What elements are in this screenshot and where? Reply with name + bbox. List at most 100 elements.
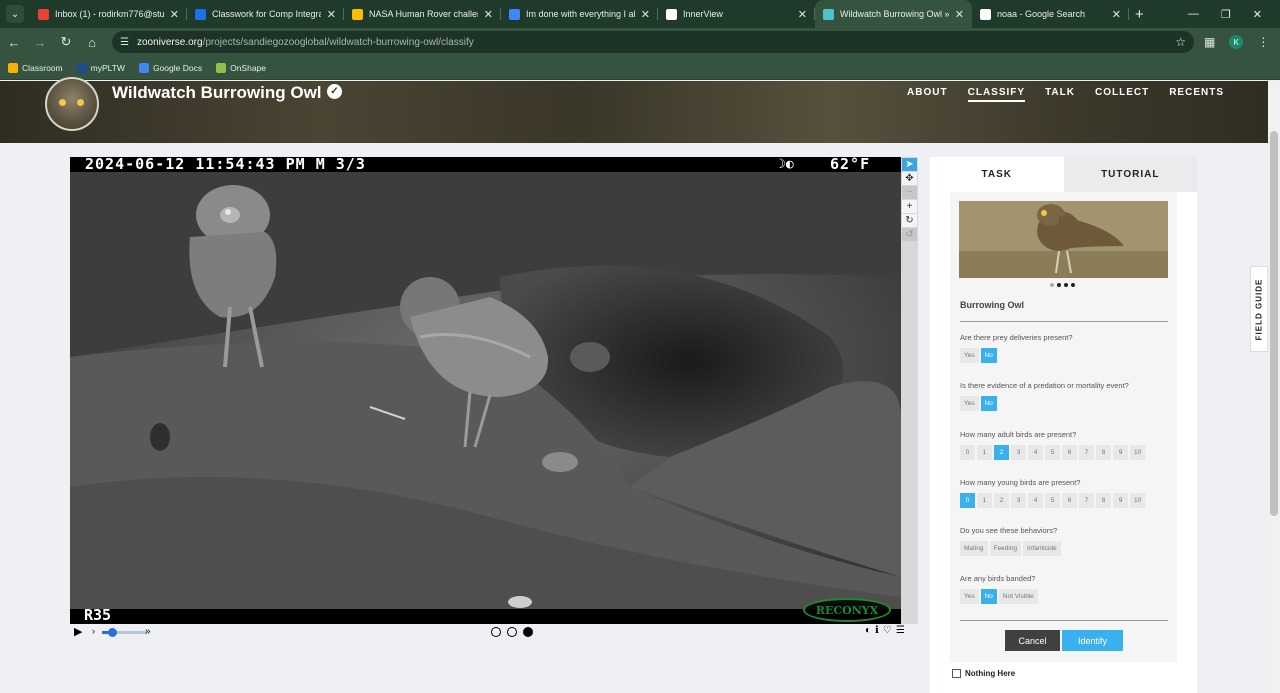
identify-button[interactable]: Identify (1062, 630, 1123, 651)
answer-option[interactable]: 6 (1062, 445, 1077, 460)
browser-tab[interactable]: Im done with everything I alrea ✕ (501, 0, 658, 28)
field-guide-tab[interactable]: FIELD GUIDE (1250, 266, 1268, 352)
carousel-dot[interactable] (1071, 283, 1075, 287)
cancel-button[interactable]: Cancel (1005, 630, 1060, 651)
browser-tab[interactable]: Wildwatch Burrowing Owl » Cla ✕ (815, 0, 972, 28)
tab-close-icon[interactable]: ✕ (327, 8, 336, 21)
tab-close-icon[interactable]: ✕ (955, 8, 964, 21)
page-scrollbar[interactable] (1268, 81, 1280, 693)
invert-contrast-icon[interactable]: ◐ (865, 625, 871, 636)
answer-option[interactable]: No (980, 589, 997, 604)
subject-viewer[interactable]: 2024-06-12 11:54:43 PM M 3/3 ☽◐ 62°F R35… (70, 157, 901, 624)
tab-task[interactable]: TASK (930, 157, 1064, 192)
nav-collect[interactable]: COLLECT (1095, 87, 1149, 102)
bookmark-star-icon[interactable]: ☆ (1175, 35, 1186, 49)
tab-close-icon[interactable]: ✕ (170, 8, 179, 21)
frame-dot[interactable] (491, 627, 501, 637)
bookmark-item[interactable]: OnShape (216, 62, 266, 73)
zoom-out-icon[interactable]: − (902, 186, 917, 199)
project-avatar[interactable] (45, 77, 99, 131)
answer-option[interactable]: 8 (1096, 493, 1111, 508)
answer-option[interactable]: No (980, 396, 997, 411)
answer-option[interactable]: 8 (1096, 445, 1111, 460)
reset-view-icon[interactable]: ↺ (902, 228, 917, 241)
extensions-icon[interactable]: ▦ (1204, 35, 1215, 49)
answer-option[interactable]: No (980, 348, 997, 363)
answer-option[interactable]: 7 (1079, 445, 1094, 460)
answer-option[interactable]: 0 (960, 493, 975, 508)
example-carousel-dots[interactable] (1050, 283, 1075, 287)
favorite-heart-icon[interactable]: ♡ (883, 625, 892, 636)
answer-option[interactable]: 10 (1130, 445, 1146, 460)
tab-tutorial[interactable]: TUTORIAL (1063, 157, 1197, 192)
nav-talk[interactable]: TALK (1045, 87, 1075, 102)
scrollbar-thumb[interactable] (1270, 131, 1278, 516)
answer-option[interactable]: 5 (1045, 493, 1060, 508)
answer-option[interactable]: 9 (1113, 493, 1128, 508)
carousel-dot[interactable] (1057, 283, 1061, 287)
browser-tab[interactable]: Inbox (1) - rodirkm776@student ✕ (30, 0, 187, 28)
tab-search-button[interactable]: ⌄ (6, 5, 24, 23)
answer-option[interactable]: Yes (960, 589, 979, 604)
site-info-icon[interactable]: ☰ (120, 37, 129, 48)
minimize-button[interactable]: — (1188, 8, 1199, 21)
answer-option[interactable]: 2 (994, 493, 1009, 508)
browser-tab[interactable]: InnerView ✕ (658, 0, 815, 28)
bookmark-item[interactable]: Google Docs (138, 62, 202, 73)
info-icon[interactable]: ℹ (875, 625, 879, 636)
forward-icon[interactable]: → (28, 35, 52, 50)
back-icon[interactable]: ← (2, 35, 26, 50)
tab-close-icon[interactable]: ✕ (641, 8, 650, 21)
checkbox-box[interactable] (952, 669, 961, 678)
close-window-button[interactable]: ✕ (1253, 8, 1262, 21)
browser-tab[interactable]: noaa - Google Search ✕ (972, 0, 1129, 28)
answer-option[interactable]: Yes (960, 348, 979, 363)
answer-option[interactable]: 1 (977, 493, 992, 508)
new-tab-button[interactable]: + (1135, 6, 1144, 23)
answer-option[interactable]: 10 (1130, 493, 1146, 508)
collections-list-icon[interactable]: ☰ (896, 625, 905, 636)
frame-dot[interactable] (523, 627, 533, 637)
carousel-dot[interactable] (1064, 283, 1068, 287)
address-bar[interactable]: ☰ zooniverse.org/projects/sandiegozooglo… (112, 31, 1194, 53)
tab-close-icon[interactable]: ✕ (1112, 8, 1121, 21)
answer-option[interactable]: 3 (1011, 445, 1026, 460)
answer-option[interactable]: Feeding (989, 541, 1022, 556)
frame-dot[interactable] (507, 627, 517, 637)
browser-tab[interactable]: NASA Human Rover challenge ✕ (344, 0, 501, 28)
nothing-here-checkbox[interactable]: Nothing Here (952, 669, 1015, 678)
reload-icon[interactable]: ↻ (54, 34, 78, 50)
tab-close-icon[interactable]: ✕ (798, 8, 807, 21)
zoom-in-icon[interactable]: + (902, 200, 917, 213)
answer-option[interactable]: Not Visible (998, 589, 1038, 604)
answer-option[interactable]: 5 (1045, 445, 1060, 460)
profile-avatar[interactable]: K (1229, 35, 1244, 49)
answer-option[interactable]: 0 (960, 445, 975, 460)
restore-button[interactable]: ❐ (1221, 8, 1231, 21)
bookmark-item[interactable]: myPLTW (76, 62, 125, 73)
browser-menu-icon[interactable]: ⋮ (1257, 35, 1269, 49)
home-icon[interactable]: ⌂ (80, 35, 104, 50)
answer-option[interactable]: 4 (1028, 493, 1043, 508)
answer-option[interactable]: 3 (1011, 493, 1026, 508)
play-icon[interactable]: ▶ (74, 625, 82, 638)
pan-tool-icon[interactable]: ✥ (902, 172, 917, 185)
carousel-dot[interactable] (1050, 283, 1054, 287)
project-title[interactable]: Wildwatch Burrowing Owl (112, 83, 322, 103)
answer-option[interactable]: 7 (1079, 493, 1094, 508)
answer-option[interactable]: Yes (960, 396, 979, 411)
speed-slider-handle[interactable] (108, 628, 117, 637)
answer-option[interactable]: 2 (994, 445, 1009, 460)
browser-tab[interactable]: Classwork for Comp Integra Ma ✕ (187, 0, 344, 28)
answer-option[interactable]: 9 (1113, 445, 1128, 460)
bookmark-item[interactable]: Classroom (8, 62, 63, 73)
nav-about[interactable]: ABOUT (907, 87, 948, 102)
answer-option[interactable]: 4 (1028, 445, 1043, 460)
rotate-icon[interactable]: ↻ (902, 214, 917, 227)
answer-option[interactable]: 6 (1062, 493, 1077, 508)
tab-close-icon[interactable]: ✕ (484, 8, 493, 21)
pointer-tool-icon[interactable]: ➤ (902, 158, 917, 171)
answer-option[interactable]: Infanticide (1023, 541, 1061, 556)
answer-option[interactable]: Mating (960, 541, 988, 556)
nav-recents[interactable]: RECENTS (1169, 87, 1224, 102)
